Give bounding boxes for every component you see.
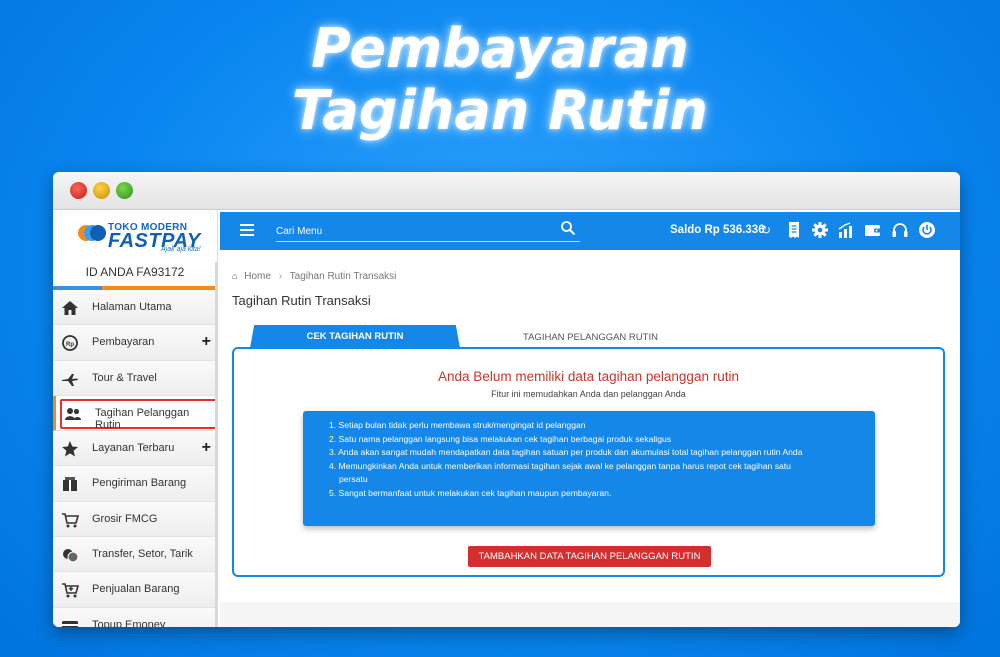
sidebar-item-transfer-setor-tarik[interactable]: Transfer, Setor, Tarik xyxy=(53,537,217,573)
benefit-item: 3. Anda akan sangat mudah mendapatkan da… xyxy=(329,447,803,458)
headset-icon[interactable] xyxy=(891,221,909,239)
payment-icon: Rp xyxy=(61,334,79,352)
benefit-item: 5. Sangat bermanfaat untuk melakukan cek… xyxy=(329,487,612,498)
balance-label: Saldo Rp 536.336 xyxy=(670,224,765,236)
user-id-label: ID ANDA FA93172 xyxy=(85,265,185,279)
promo-headline: Pembayaran Tagihan Rutin xyxy=(0,18,1000,142)
sidebar-item-grosir-fmcg[interactable]: Grosir FMCG xyxy=(53,501,217,538)
sidebar-item-layanan-terbaru[interactable]: Layanan Terbaru + xyxy=(53,431,217,467)
sidebar-item-label: Pengiriman Barang xyxy=(92,477,187,490)
cart-add-icon xyxy=(61,581,80,599)
maximize-window-button[interactable] xyxy=(116,182,133,199)
sidebar-item-penjualan-barang[interactable]: Penjualan Barang xyxy=(53,572,217,608)
gear-icon[interactable] xyxy=(811,221,829,239)
wallet-icon[interactable] xyxy=(864,221,882,239)
airplane-icon xyxy=(61,370,79,388)
sidebar-item-label: Grosir FMCG xyxy=(92,512,158,525)
logo-mark-icon xyxy=(78,225,106,241)
cart-icon xyxy=(61,511,80,529)
empty-state-title: Anda Belum memiliki data tagihan pelangg… xyxy=(438,369,739,384)
browser-window: TOKO MODERN FASTPAY Ajak aja kita! ID AN… xyxy=(53,172,960,627)
main-content: ⌂ Home › Tagihan Rutin Transaksi Tagihan… xyxy=(220,250,960,627)
breadcrumb-home-icon: ⌂ xyxy=(232,271,238,281)
package-icon xyxy=(61,475,79,493)
benefit-item: 1. Setiap bulan tidak perlu membawa stru… xyxy=(329,420,586,430)
headline-line-1: Pembayaran xyxy=(311,17,689,80)
customers-icon xyxy=(64,405,82,423)
benefit-item-continued: persatu xyxy=(339,474,368,485)
sidebar-item-label: Halaman Utama xyxy=(92,301,172,313)
sidebar-item-label: Topup Emoney xyxy=(92,618,166,627)
breadcrumb: ⌂ Home › Tagihan Rutin Transaksi xyxy=(232,271,396,282)
coins-icon xyxy=(61,546,79,564)
sidebar: TOKO MODERN FASTPAY Ajak aja kita! ID AN… xyxy=(53,210,218,627)
tab-panel: Anda Belum memiliki data tagihan pelangg… xyxy=(232,347,945,577)
close-window-button[interactable] xyxy=(70,182,87,199)
sidebar-item-topup-emoney[interactable]: Topup Emoney xyxy=(53,607,217,627)
benefits-info-box: 1. Setiap bulan tidak perlu membawa stru… xyxy=(303,411,875,526)
sidebar-scrollbar[interactable] xyxy=(215,262,218,627)
add-routine-customer-button[interactable]: TAMBAHKAN DATA TAGIHAN PELANGGAN RUTIN xyxy=(468,546,711,567)
sidebar-item-label: Penjualan Barang xyxy=(92,583,180,596)
content-card: ⌂ Home › Tagihan Rutin Transaksi Tagihan… xyxy=(220,250,960,602)
sidebar-item-label: Layanan Terbaru xyxy=(92,442,175,455)
page-title: Tagihan Rutin Transaksi xyxy=(232,293,371,308)
tab-tagihan-pelanggan-rutin[interactable]: TAGIHAN PELANGGAN RUTIN xyxy=(523,332,658,343)
svg-text:Rp: Rp xyxy=(66,342,74,348)
benefit-item: 4. Memungkinkan Anda untuk memberikan in… xyxy=(329,460,791,471)
star-icon xyxy=(61,440,79,458)
power-icon[interactable] xyxy=(918,221,936,239)
sidebar-item-tour-travel[interactable]: Tour & Travel xyxy=(53,360,217,396)
sidebar-item-label: Transfer, Setor, Tarik xyxy=(92,548,193,561)
tab-cek-tagihan-rutin[interactable]: CEK TAGIHAN RUTIN xyxy=(250,325,460,348)
benefit-item: 2. Satu nama pelanggan langsung bisa mel… xyxy=(329,433,672,444)
sidebar-item-tagihan-pelanggan-rutin[interactable]: Tagihan Pelanggan Rutin xyxy=(53,395,217,432)
home-icon xyxy=(61,299,79,317)
minimize-window-button[interactable] xyxy=(93,182,110,199)
sidebar-item-label: Pembayaran xyxy=(92,336,155,349)
refresh-icon[interactable]: ↻ xyxy=(761,223,771,237)
expand-plus-icon[interactable]: + xyxy=(202,439,211,457)
card-icon xyxy=(61,617,79,627)
chart-icon[interactable] xyxy=(837,221,855,239)
sidebar-item-halaman-utama[interactable]: Halaman Utama xyxy=(53,290,217,326)
search-icon[interactable] xyxy=(560,220,576,236)
breadcrumb-separator: › xyxy=(278,271,283,282)
headline-line-2: Tagihan Rutin xyxy=(292,79,708,142)
hamburger-menu-icon[interactable] xyxy=(240,224,254,236)
brand-logo[interactable]: TOKO MODERN FASTPAY Ajak aja kita! xyxy=(53,210,217,262)
search-menu-input[interactable] xyxy=(276,222,580,242)
top-bar: Saldo Rp 536.336 ↻ xyxy=(220,212,960,250)
sidebar-item-label: Tour & Travel xyxy=(92,371,157,384)
sidebar-item-pembayaran[interactable]: Rp Pembayaran + xyxy=(53,325,217,361)
receipt-icon[interactable] xyxy=(785,221,803,239)
breadcrumb-current: Tagihan Rutin Transaksi xyxy=(289,271,397,282)
expand-plus-icon[interactable]: + xyxy=(202,333,211,351)
sidebar-item-label: Tagihan Pelanggan Rutin xyxy=(95,406,190,431)
breadcrumb-home-link[interactable]: Home xyxy=(244,271,271,282)
benefits-list: 1. Setiap bulan tidak perlu membawa stru… xyxy=(329,419,865,501)
empty-state-subtitle: Fitur ini memudahkan Anda dan pelanggan … xyxy=(491,389,686,399)
sidebar-item-pengiriman-barang[interactable]: Pengiriman Barang xyxy=(53,466,217,502)
window-chrome xyxy=(53,172,960,210)
logo-tagline: Ajak aja kita! xyxy=(161,246,201,253)
